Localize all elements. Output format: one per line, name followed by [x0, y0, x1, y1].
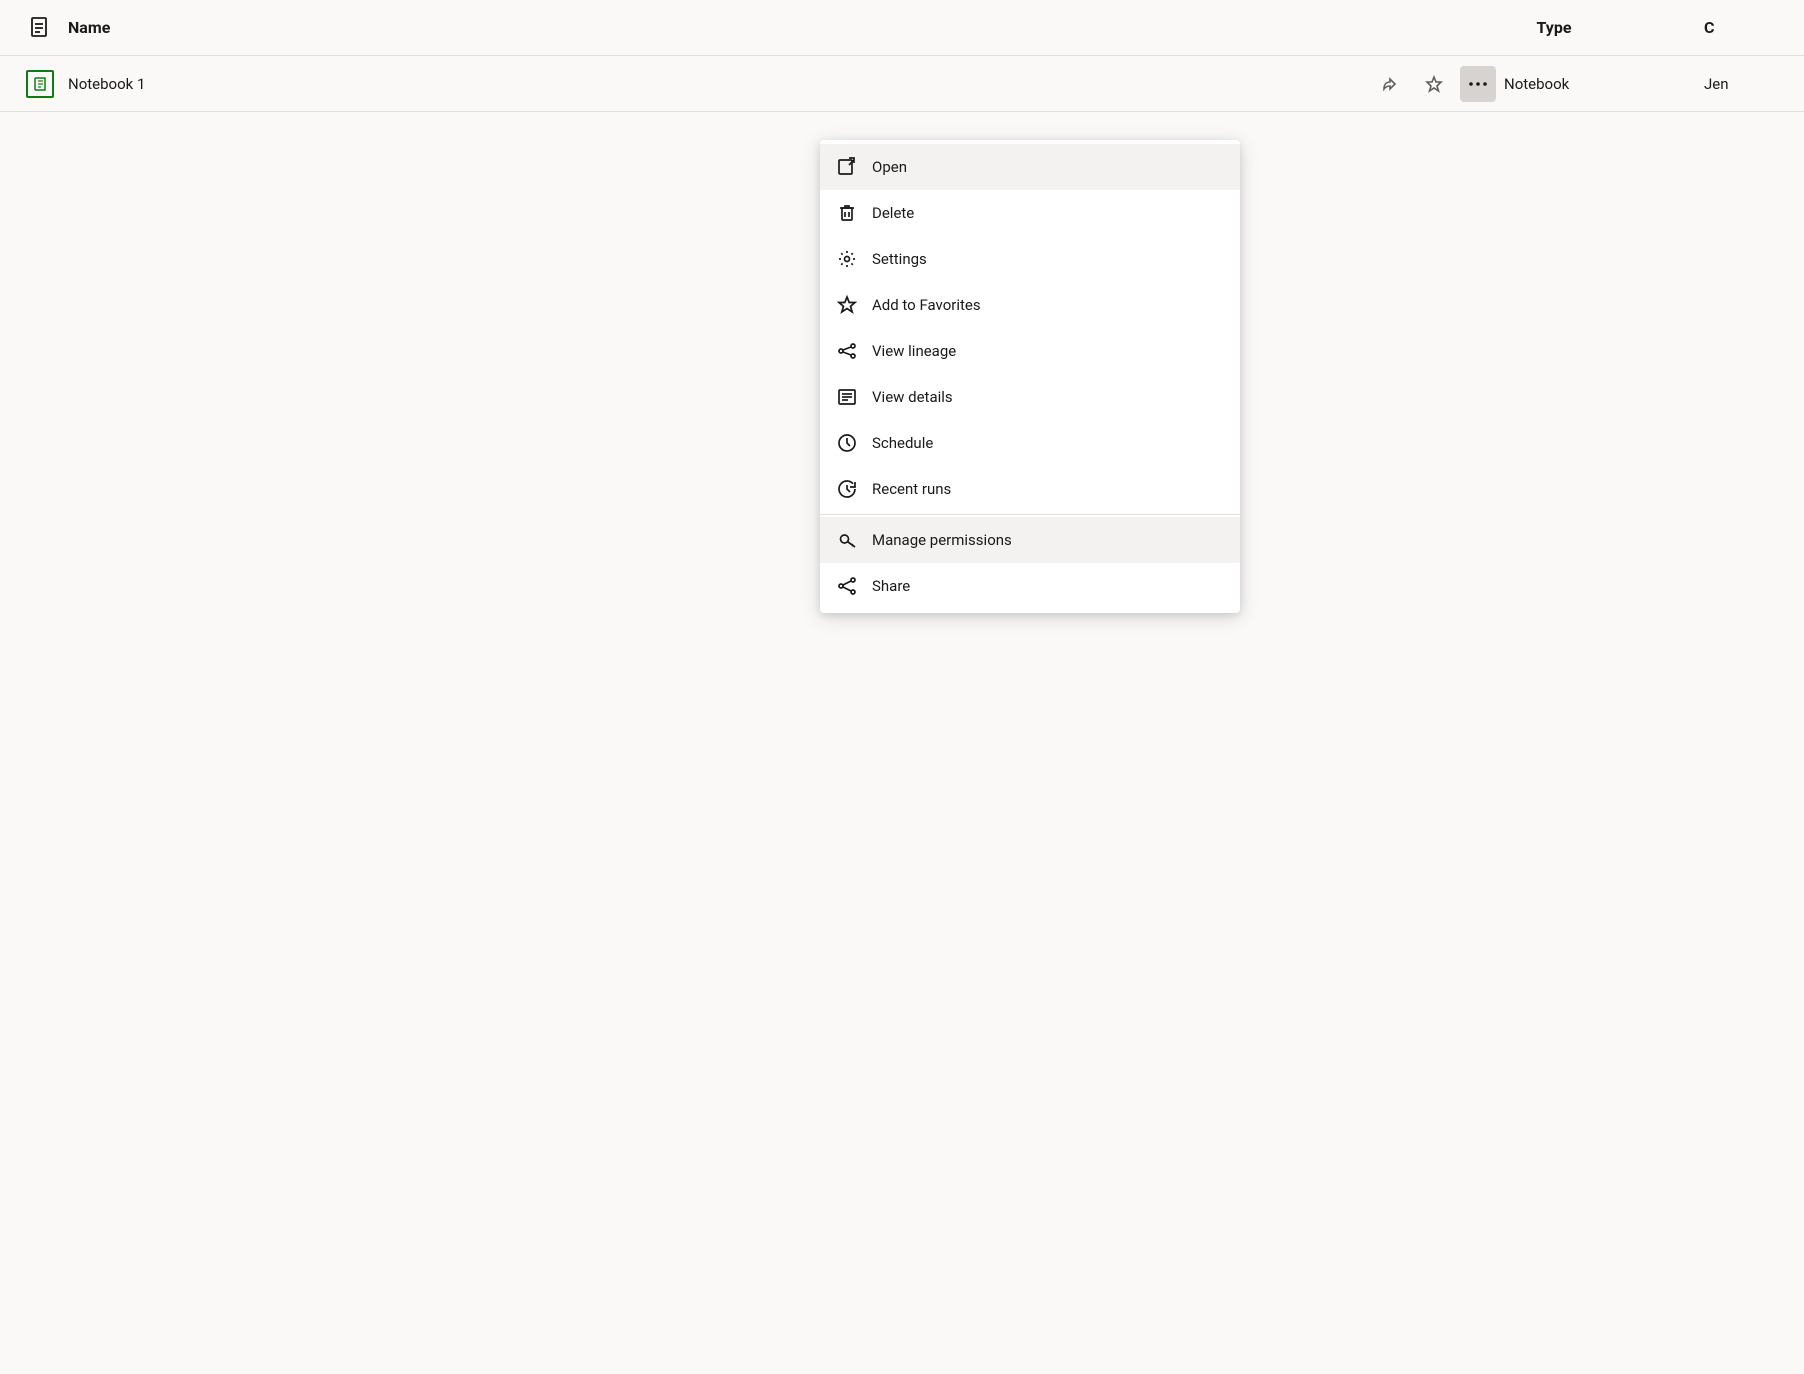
menu-item-view-lineage[interactable]: View lineage — [820, 328, 1240, 374]
menu-item-add-to-favorites[interactable]: Add to Favorites — [820, 282, 1240, 328]
delete-label: Delete — [872, 204, 914, 222]
manage-permissions-label: Manage permissions — [872, 531, 1012, 549]
delete-icon — [836, 202, 858, 224]
lineage-icon — [836, 340, 858, 362]
key-icon — [836, 529, 858, 551]
settings-icon — [836, 248, 858, 270]
view-details-label: View details — [872, 388, 953, 406]
recent-runs-icon — [836, 478, 858, 500]
add-to-favorites-label: Add to Favorites — [872, 296, 981, 314]
details-icon — [836, 386, 858, 408]
menu-item-schedule[interactable]: Schedule — [820, 420, 1240, 466]
name-column-header: Name — [60, 18, 1404, 37]
view-lineage-label: View lineage — [872, 342, 956, 360]
menu-item-recent-runs[interactable]: Recent runs — [820, 466, 1240, 512]
schedule-label: Schedule — [872, 434, 933, 452]
recent-runs-label: Recent runs — [872, 480, 951, 498]
notebook-icon — [20, 70, 60, 98]
share-icon — [836, 575, 858, 597]
menu-item-open[interactable]: Open — [820, 144, 1240, 190]
extra-column-header: C — [1704, 18, 1784, 37]
menu-item-manage-permissions[interactable]: Manage permissions — [820, 517, 1240, 563]
open-icon — [836, 156, 858, 178]
table-row: Notebook 1 Notebook Jen — [0, 56, 1804, 112]
header-file-icon — [20, 17, 60, 39]
menu-item-view-details[interactable]: View details — [820, 374, 1240, 420]
share-label: Share — [872, 577, 910, 595]
schedule-icon — [836, 432, 858, 454]
star-icon — [836, 294, 858, 316]
open-label: Open — [872, 158, 907, 176]
notebook-owner: Jen — [1704, 75, 1784, 93]
type-column-header: Type — [1404, 18, 1704, 37]
share-button[interactable] — [1372, 66, 1408, 102]
row-actions — [1372, 66, 1496, 102]
menu-item-settings[interactable]: Settings — [820, 236, 1240, 282]
table-header: Name Type C — [0, 0, 1804, 56]
menu-divider — [820, 514, 1240, 515]
menu-item-delete[interactable]: Delete — [820, 190, 1240, 236]
notebook-type: Notebook — [1504, 75, 1704, 93]
settings-label: Settings — [872, 250, 927, 268]
notebook-name: Notebook 1 — [60, 75, 1372, 93]
favorite-button[interactable] — [1416, 66, 1452, 102]
menu-item-share[interactable]: Share — [820, 563, 1240, 609]
more-options-button[interactable] — [1460, 66, 1496, 102]
context-menu: Open Delete Settings — [820, 140, 1240, 613]
